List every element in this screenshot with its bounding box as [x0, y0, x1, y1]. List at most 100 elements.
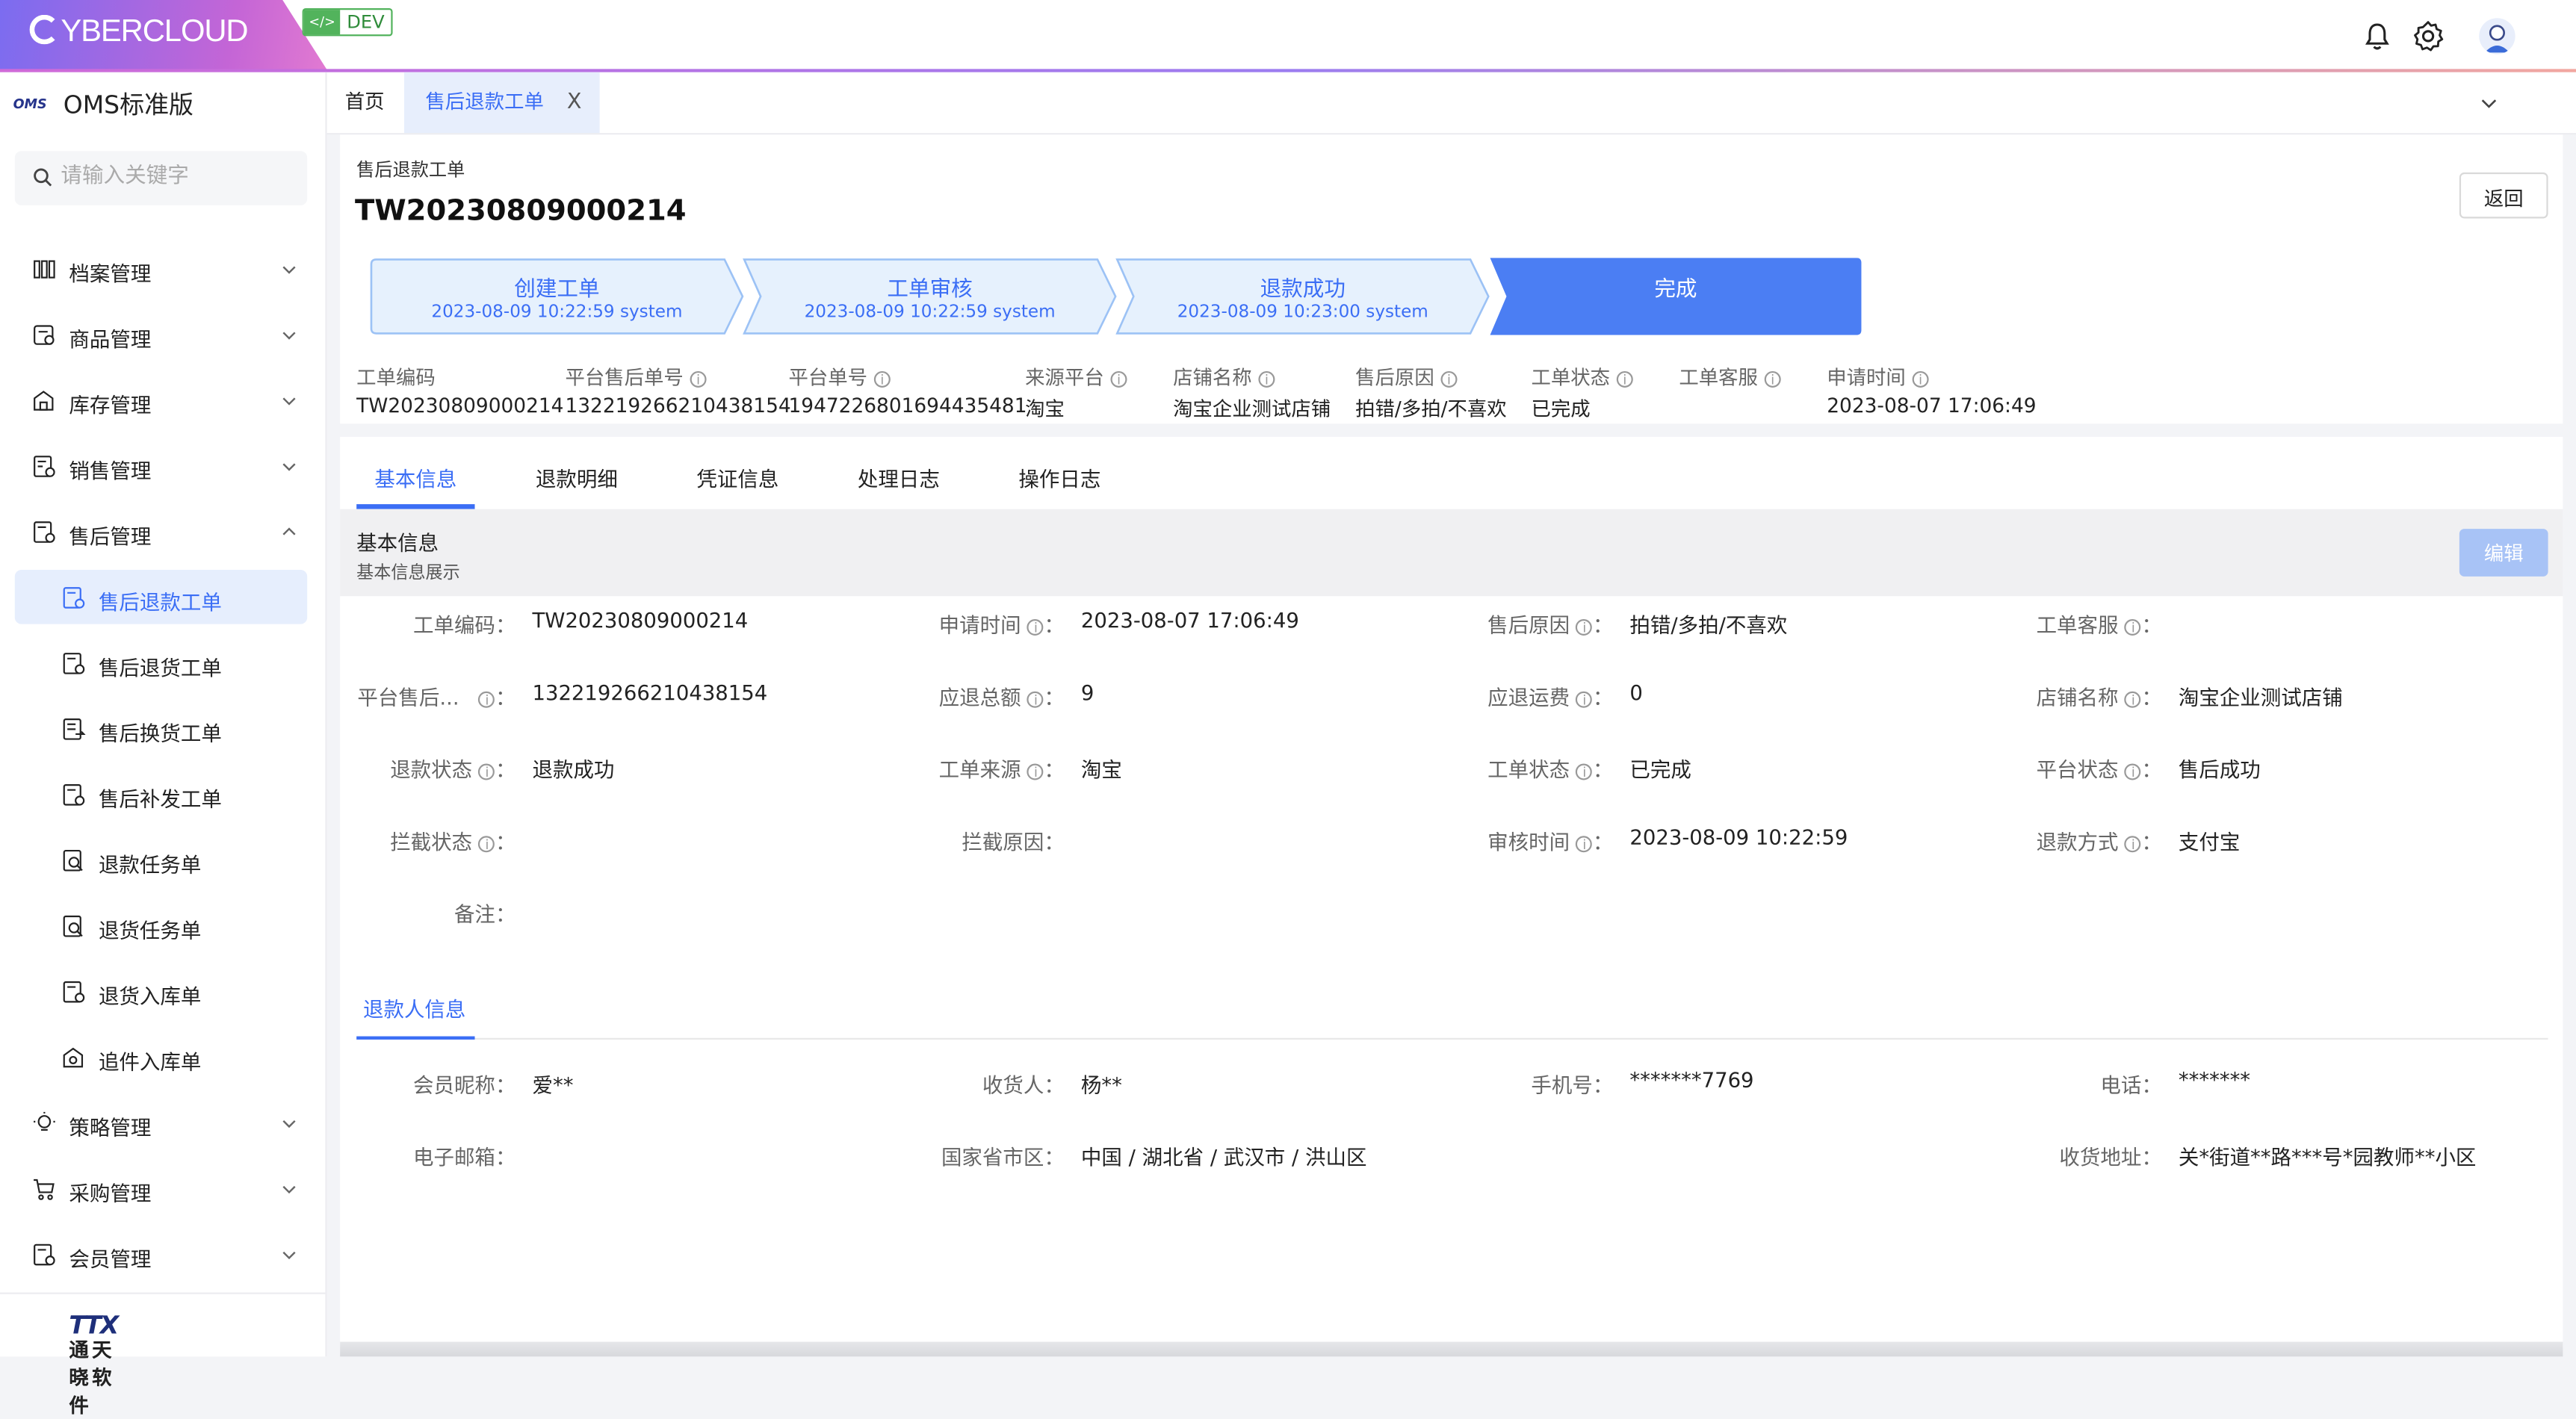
detail-card: 基本信息 退款明细 凭证信息 处理日志 操作日志 基本信息 基本信息展示 编辑 … — [340, 436, 2563, 1347]
info-icon[interactable]: i — [1912, 370, 1929, 388]
tab-refund-order[interactable]: 售后退款工单 X — [403, 72, 600, 134]
menu-item-sales[interactable]: 销售管理 — [0, 434, 325, 500]
page-tabbar: 首页 售后退款工单 X — [326, 72, 2576, 135]
info-icon[interactable]: i — [1110, 370, 1127, 388]
tab-refunder-info[interactable]: 退款人信息 — [363, 992, 465, 1023]
summary-label: 平台单号 — [788, 366, 868, 390]
info-icon[interactable]: i — [1764, 370, 1781, 388]
info-icon[interactable]: i — [1576, 763, 1593, 780]
field-label: 应退运费 i： — [1487, 684, 1614, 710]
field-label: 工单来源 i： — [938, 757, 1065, 782]
info-icon[interactable]: i — [478, 763, 495, 780]
step-review: 工单审核 2023-08-09 10:22:59 system — [743, 258, 1117, 335]
field-value: 售后成功 — [2178, 757, 2261, 782]
field-row: 会员昵称： 爱** 收货人： 杨** 手机号： *******7769 电话： … — [340, 1067, 2563, 1103]
member-icon — [34, 1243, 55, 1266]
bell-icon[interactable] — [2359, 18, 2395, 54]
info-icon[interactable]: i — [2125, 763, 2142, 780]
breadcrumb: 售后退款工单 — [356, 159, 465, 181]
field-label: 应退总额 i： — [938, 684, 1065, 710]
field-label: 拦截状态 i： — [390, 829, 516, 854]
sidebar-search[interactable] — [14, 151, 308, 205]
field-row: 平台售后... i： 132219266210438154 应退总额 i： 9 应退… — [340, 680, 2563, 715]
info-icon[interactable]: i — [1576, 836, 1593, 853]
reissue-order-icon — [63, 784, 85, 806]
info-icon[interactable]: i — [1258, 370, 1275, 388]
summary-value: TW20230809000214 — [356, 394, 564, 417]
field-label: 售后原因 i： — [1487, 612, 1614, 638]
menu-item-aftersale[interactable]: 售后管理 — [0, 499, 325, 565]
detail-tabs: 基本信息 退款明细 凭证信息 处理日志 操作日志 — [340, 437, 2563, 509]
info-icon[interactable]: i — [1027, 691, 1044, 708]
info-icon[interactable]: i — [478, 836, 495, 853]
info-icon[interactable]: i — [1616, 370, 1633, 388]
submenu-item-refund-order[interactable]: 售后退款工单 — [0, 565, 325, 630]
chevron-down-icon — [282, 463, 296, 471]
info-icon[interactable]: i — [2125, 836, 2142, 853]
menu-item-goods[interactable]: 商品管理 — [0, 302, 325, 368]
info-icon[interactable]: i — [1576, 619, 1593, 636]
step-detail: 2023-08-09 10:22:59 system — [431, 302, 683, 323]
info-icon[interactable]: i — [690, 370, 707, 388]
field-value: 支付宝 — [2178, 829, 2241, 854]
tab-basic-info[interactable]: 基本信息 — [374, 462, 456, 493]
tab-voucher-info[interactable]: 凭证信息 — [696, 462, 778, 493]
submenu-item-exchange-order[interactable]: 售后换货工单 — [0, 696, 325, 762]
summary-value: 已完成 — [1531, 397, 1591, 420]
submenu-label: 退货入库单 — [98, 984, 202, 1009]
submenu-item-return-order[interactable]: 售后退货工单 — [0, 630, 325, 696]
submenu-label: 追件入库单 — [98, 1049, 202, 1075]
step-create: 创建工单 2023-08-09 10:22:59 system — [370, 258, 744, 335]
tab-label: 售后退款工单 — [425, 90, 544, 114]
submenu-label: 售后退货工单 — [98, 655, 222, 680]
chevron-down-icon — [282, 332, 296, 340]
info-icon[interactable]: i — [1576, 691, 1593, 708]
summary-apply-time: 申请时间 i 2023-08-07 17:06:49 — [1827, 363, 2036, 417]
horizontal-scrollbar[interactable] — [340, 1341, 2563, 1357]
info-icon[interactable]: i — [2125, 619, 2142, 636]
tab-process-log[interactable]: 处理日志 — [858, 462, 940, 493]
field-value: 淘宝企业测试店铺 — [2178, 684, 2343, 710]
user-avatar[interactable] — [2479, 18, 2515, 55]
info-icon[interactable]: i — [1027, 619, 1044, 636]
tab-operation-log[interactable]: 操作日志 — [1018, 462, 1100, 493]
menu-item-warehouse[interactable]: 库存管理 — [0, 368, 325, 434]
sidebar-menu: 档案管理 商品管理 库存管理 销售管理 售后管理 售后退款工单 售后退货工单 售… — [0, 237, 325, 1288]
summary-platform-aftersale-no: 平台售后单号 i 132219266210438154 — [565, 363, 790, 417]
section-subtitle: 基本信息展示 — [356, 563, 460, 583]
summary-order-code: 工单编码 TW20230809000214 — [356, 363, 563, 417]
summary-value: 拍错/多拍/不喜欢 — [1355, 397, 1507, 420]
menu-item-member[interactable]: 会员管理 — [0, 1222, 325, 1288]
close-tab-icon[interactable]: X — [567, 72, 582, 133]
submenu-item-return-task[interactable]: 退货任务单 — [0, 893, 325, 959]
env-badge: </> DEV — [302, 7, 393, 37]
summary-value: 淘宝企业测试店铺 — [1173, 397, 1331, 420]
field-label: 拦截原因： — [962, 829, 1065, 854]
submenu-item-refund-task[interactable]: 退款任务单 — [0, 828, 325, 893]
return-inbound-icon — [63, 981, 85, 1003]
tab-home[interactable]: 首页 — [345, 72, 385, 133]
gear-icon[interactable] — [2410, 18, 2446, 54]
cybercloud-logo[interactable]: YBERCLOUD — [29, 14, 249, 51]
field-row: 退款状态 i： 退款成功 工单来源 i： 淘宝 工单状态 i： 已完成 平台状态 i： … — [340, 752, 2563, 788]
menu-item-purchase[interactable]: 采购管理 — [0, 1156, 325, 1222]
info-icon[interactable]: i — [478, 691, 495, 708]
search-input[interactable] — [61, 164, 291, 189]
info-icon[interactable]: i — [1440, 370, 1458, 388]
info-icon[interactable]: i — [873, 370, 891, 388]
field-row: 备注： — [340, 897, 2563, 933]
menu-item-strategy[interactable]: 策略管理 — [0, 1090, 325, 1156]
info-icon[interactable]: i — [1027, 763, 1044, 780]
summary-label: 工单编码 — [356, 366, 436, 390]
sidebar: OMS OMS标准版 档案管理 商品管理 库存管理 — [0, 72, 327, 1418]
field-label: 会员昵称： — [412, 1072, 516, 1097]
back-button[interactable]: 返回 — [2459, 172, 2548, 219]
menu-item-archive[interactable]: 档案管理 — [0, 237, 325, 302]
info-icon[interactable]: i — [2125, 691, 2142, 708]
submenu-item-return-inbound[interactable]: 退货入库单 — [0, 959, 325, 1025]
chevron-down-icon[interactable] — [2480, 97, 2497, 111]
submenu-item-chase-inbound[interactable]: 追件入库单 — [0, 1025, 325, 1090]
edit-button[interactable]: 编辑 — [2459, 529, 2548, 577]
tab-refund-detail[interactable]: 退款明细 — [536, 462, 618, 493]
submenu-item-reissue-order[interactable]: 售后补发工单 — [0, 762, 325, 828]
